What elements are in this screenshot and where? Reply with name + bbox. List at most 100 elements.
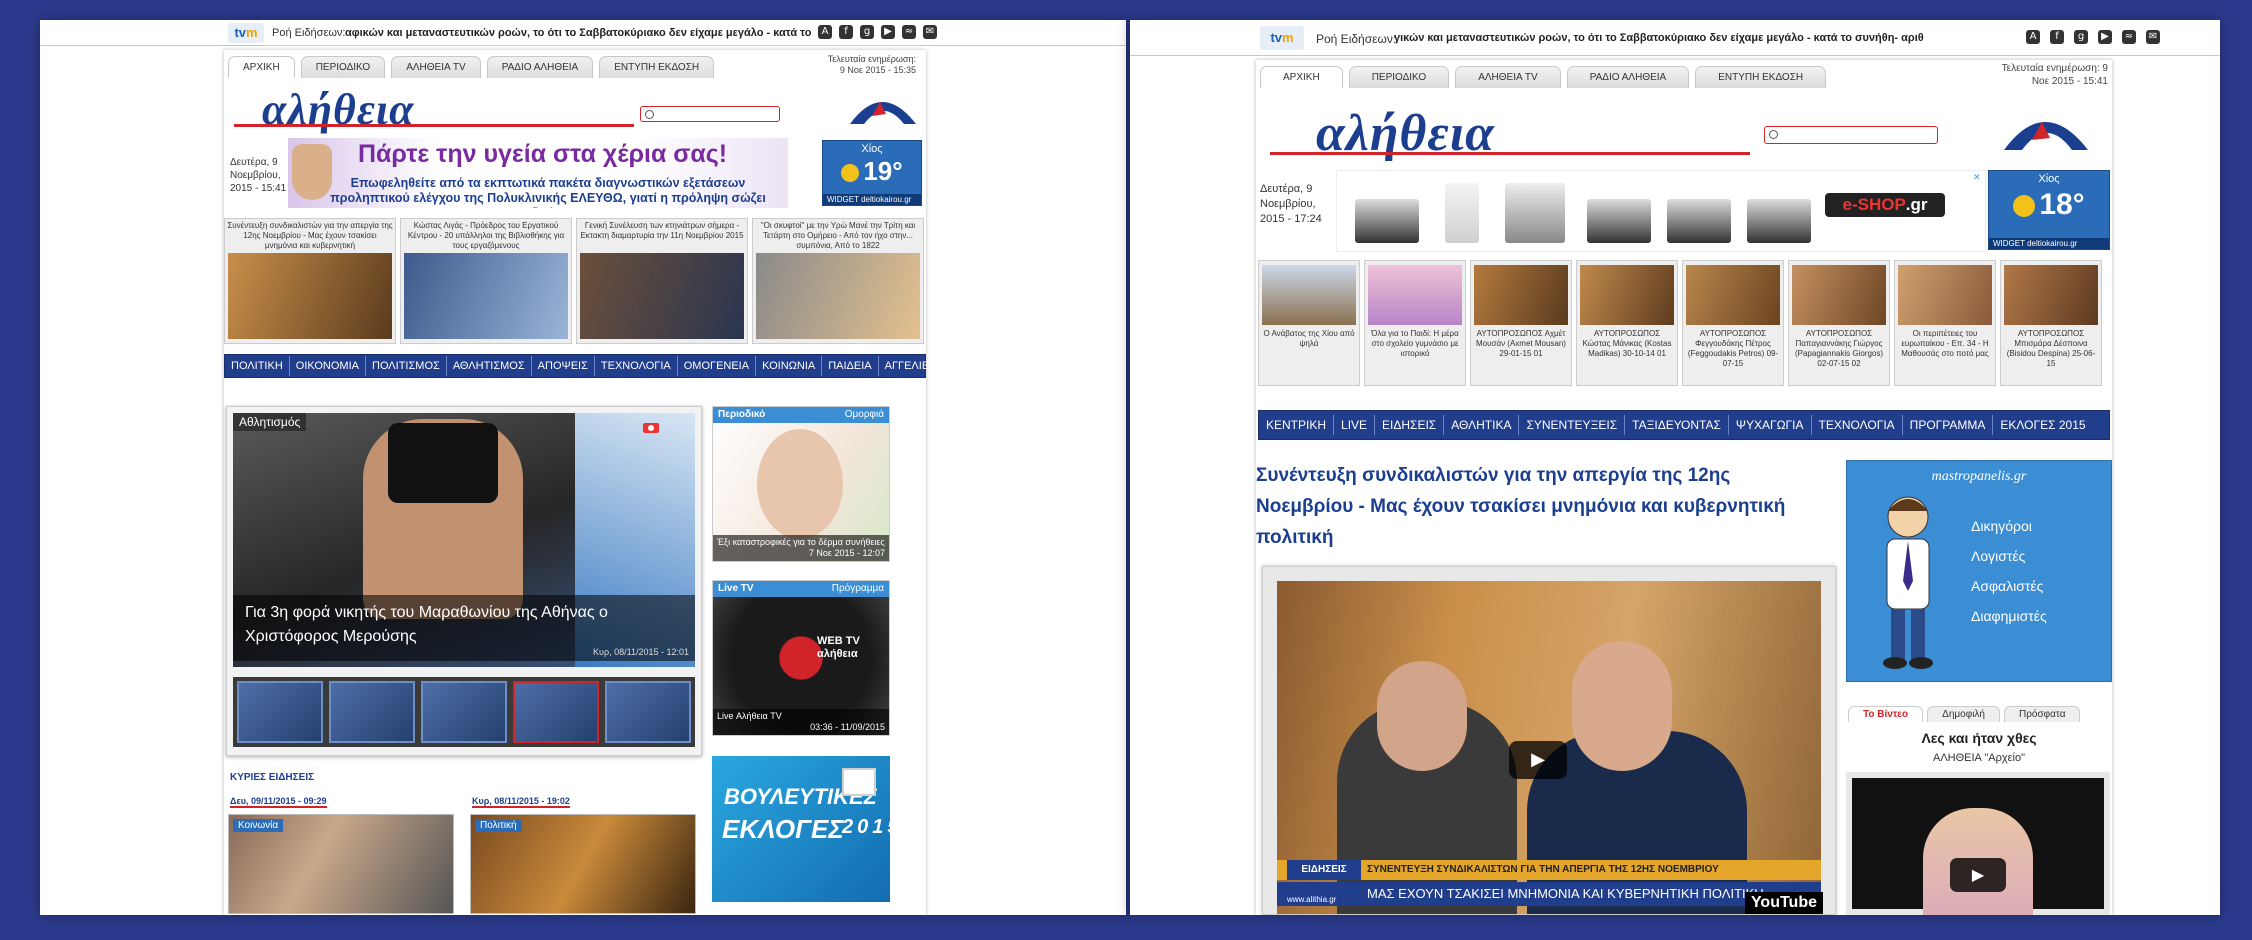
cat-sports[interactable]: ΑΘΛΗΤΙΚΑ bbox=[1444, 415, 1520, 435]
news-card[interactable]: Πολιτική bbox=[470, 814, 696, 914]
android-icon[interactable]: A bbox=[818, 25, 832, 39]
tab-popular[interactable]: Δημοφιλή bbox=[1927, 706, 2000, 722]
tvm-logo[interactable]: tvm bbox=[1260, 26, 1304, 50]
cat-entertainment[interactable]: ΨΥΧΑΓΩΓΙΑ bbox=[1729, 415, 1812, 435]
rss-icon[interactable]: ≈ bbox=[902, 25, 916, 39]
play-button[interactable]: ▶ bbox=[1950, 858, 2006, 892]
live-tv-section[interactable]: Live TV bbox=[718, 583, 754, 594]
tab-recent[interactable]: Πρόσφατα bbox=[2003, 706, 2081, 722]
facebook-icon[interactable]: f bbox=[2050, 30, 2064, 44]
featured-story[interactable]: Αθλητισμός Για 3η φορά νικητής του Μαραθ… bbox=[226, 406, 702, 756]
live-tv-card[interactable]: Πρόγραμμα Live TV WEB TV αλήθεια Live Αλή… bbox=[712, 580, 890, 736]
cat-society[interactable]: ΚΟΙΝΩΝΙΑ bbox=[756, 356, 823, 376]
nav-tv[interactable]: ΑΛΗΘΕΙΑ TV bbox=[391, 56, 481, 78]
video-widget-title[interactable]: Λες και ήταν χθες bbox=[1846, 730, 2112, 746]
nav-radio[interactable]: ΡΑΔΙΟ ΑΛΗΘΕΙΑ bbox=[486, 56, 594, 78]
cat-sports[interactable]: ΑΘΛΗΤΙΣΜΟΣ bbox=[447, 356, 532, 376]
youtube-icon[interactable]: ▶ bbox=[881, 25, 895, 39]
cat-travel[interactable]: ΤΑΞΙΔΕΥΟΝΤΑΣ bbox=[1625, 415, 1729, 435]
news-card[interactable]: Κοινωνία bbox=[228, 814, 454, 914]
nav-print[interactable]: ΕΝΤΥΠΗ ΕΚΔΟΣΗ bbox=[599, 56, 715, 78]
cat-home[interactable]: ΚΕΝΤΡΙΚΗ bbox=[1259, 415, 1335, 435]
cat-schedule[interactable]: ΠΡΟΓΡΑΜΜΑ bbox=[1903, 415, 1994, 435]
email-icon[interactable]: ✉ bbox=[2146, 30, 2160, 44]
nav-home[interactable]: ΑΡΧΙΚΗ bbox=[228, 56, 295, 78]
cat-opinions[interactable]: ΑΠΟΨΕΙΣ bbox=[532, 356, 595, 376]
cat-news[interactable]: ΕΙΔΗΣΕΙΣ bbox=[1375, 415, 1445, 435]
magazine-card[interactable]: Ομορφιά Περιοδικό Έξι καταστροφικές για τ… bbox=[712, 406, 890, 562]
search-input[interactable] bbox=[640, 106, 780, 122]
cat-live[interactable]: LIVE bbox=[1334, 415, 1376, 435]
carousel-thumb[interactable] bbox=[421, 681, 507, 743]
carousel-thumb-selected[interactable] bbox=[513, 681, 599, 743]
cat-classifieds[interactable]: ΑΓΓΕΛΙΕΣ bbox=[879, 356, 942, 376]
nav-home[interactable]: ΑΡΧΙΚΗ bbox=[1260, 66, 1343, 88]
thumb-item[interactable]: Όλα για το Παιδί: Η μέρα στο σχολείο γυμ… bbox=[1364, 260, 1466, 386]
thumb-item[interactable]: "Οι σκυφτοί" με την Υρώ Μανέ την Τρίτη κ… bbox=[752, 218, 924, 344]
ticker-label: Ροή Ειδήσεων: bbox=[1316, 32, 1397, 46]
thumb-item[interactable]: ΑΥΤΟΠΡΟΣΩΠΟΣ Μπισμάρα Δέσποινα (Bisidou … bbox=[2000, 260, 2102, 386]
thumb-item[interactable]: Οι περιπέτειες του ευρωπαίκου - Επ. 34 -… bbox=[1894, 260, 1996, 386]
magazine-card-subsection[interactable]: Ομορφιά bbox=[845, 407, 884, 423]
thumb-item[interactable]: ΑΥΤΟΠΡΟΣΩΠΟΣ Κώστας Μάνικας (Kostas Madi… bbox=[1576, 260, 1678, 386]
magazine-card-section[interactable]: Περιοδικό bbox=[718, 409, 765, 420]
ticker-text[interactable]: αφικών και μεταναστευτικών ροών, το ότι … bbox=[345, 27, 815, 39]
cat-interviews[interactable]: ΣΥΝΕΝΤΕΥΞΕΙΣ bbox=[1519, 415, 1626, 435]
cat-technology[interactable]: ΤΕΧΝΟΛΟΓΙΑ bbox=[1812, 415, 1903, 435]
googleplus-icon[interactable]: g bbox=[2074, 30, 2088, 44]
thumb-caption: Κώστας Λιγάς - Πρόεδρος του Εργατικού Κέ… bbox=[407, 221, 565, 250]
youtube-icon[interactable]: ▶ bbox=[2098, 30, 2112, 44]
nav-magazine[interactable]: ΠΕΡΙΟΔΙΚΟ bbox=[300, 56, 386, 78]
eshop-printer-ad[interactable]: e-SHOP.gr ✕ bbox=[1336, 170, 1986, 252]
news-card-tag[interactable]: Πολιτική bbox=[475, 819, 522, 832]
cat-elections[interactable]: ΕΚΛΟΓΕΣ 2015 bbox=[1993, 415, 2092, 435]
clinic-ad-banner[interactable]: Πάρτε την υγεία στα χέρια σας! Επωφεληθε… bbox=[288, 138, 788, 208]
play-button[interactable]: ▶ bbox=[1509, 741, 1567, 779]
thumb-item[interactable]: Ο Ανάβατος της Χίου από ψηλά bbox=[1258, 260, 1360, 386]
tvm-logo[interactable]: tvm bbox=[228, 23, 264, 43]
android-icon[interactable]: A bbox=[2026, 30, 2040, 44]
search-input[interactable] bbox=[1764, 126, 1938, 144]
thumb-image bbox=[1686, 265, 1780, 325]
live-tv-schedule[interactable]: Πρόγραμμα bbox=[832, 581, 884, 597]
site-logo[interactable]: αλήθεια bbox=[262, 84, 414, 135]
tab-the-video[interactable]: Το Βίντεο bbox=[1848, 706, 1924, 722]
video-player[interactable]: ΣΥΝΕΝΤΕΥΞΗ ΣΥΝΔΙΚΑΛΙΣΤΩΝ ΓΙΑ ΤΗΝ ΑΠΕΡΓΙΑ… bbox=[1262, 566, 1836, 915]
weather-widget[interactable]: Χίος 19° WIDGET deltiokairou.gr bbox=[822, 140, 922, 206]
featured-category[interactable]: Αθλητισμός bbox=[233, 413, 307, 431]
nav-print[interactable]: ΕΝΤΥΠΗ ΕΚΔΟΣΗ bbox=[1695, 66, 1827, 88]
carousel-thumb[interactable] bbox=[605, 681, 691, 743]
cat-culture[interactable]: ΠΟΛΙΤΙΣΜΟΣ bbox=[366, 356, 447, 376]
cat-politics[interactable]: ΠΟΛΙΤΙΚΗ bbox=[225, 356, 290, 376]
facebook-icon[interactable]: f bbox=[839, 25, 853, 39]
cat-economy[interactable]: ΟΙΚΟΝΟΜΙΑ bbox=[290, 356, 366, 376]
carousel-thumb[interactable] bbox=[237, 681, 323, 743]
news-card-tag[interactable]: Κοινωνία bbox=[233, 819, 284, 832]
nav-tv[interactable]: ΑΛΗΘΕΙΑ TV bbox=[1455, 66, 1561, 88]
ad-close-icon[interactable]: ✕ bbox=[1973, 173, 1983, 183]
thumb-item[interactable]: Κώστας Λιγάς - Πρόεδρος του Εργατικού Κέ… bbox=[400, 218, 572, 344]
carousel-thumb[interactable] bbox=[329, 681, 415, 743]
nav-radio[interactable]: ΡΑΔΙΟ ΑΛΗΘΕΙΑ bbox=[1566, 66, 1690, 88]
emblem-icon bbox=[850, 102, 916, 124]
youtube-logo[interactable]: YouTube bbox=[1744, 892, 1823, 914]
thumb-item[interactable]: ΑΥΤΟΠΡΟΣΩΠΟΣ Αχμέτ Μουσάν (Axmet Mousan)… bbox=[1470, 260, 1572, 386]
cat-diaspora[interactable]: ΟΜΟΓΕΝΕΙΑ bbox=[678, 356, 757, 376]
weather-widget[interactable]: Χίος 18° WIDGET deltiokairou.gr bbox=[1988, 170, 2110, 250]
last-updated-value: 9 Νοε 2015 - 15:35 bbox=[839, 65, 916, 75]
email-icon[interactable]: ✉ bbox=[923, 25, 937, 39]
thumb-item[interactable]: Συνέντευξη συνδικαλιστών για την απεργία… bbox=[224, 218, 396, 344]
thumb-item[interactable]: ΑΥΤΟΠΡΟΣΩΠΟΣ Παπαγιαννάκης Γιώργος (Papa… bbox=[1788, 260, 1890, 386]
ticker-text[interactable]: γικών και μεταναστευτικών ροών, το ότι τ… bbox=[1394, 32, 2022, 44]
video-widget-player[interactable]: ▶ bbox=[1846, 772, 2110, 915]
cat-education[interactable]: ΠΑΙΔΕΙΑ bbox=[822, 356, 879, 376]
lawyers-ad-banner[interactable]: mastropanelis.gr Δικηγόροι Λογιστές Ασφα… bbox=[1846, 460, 2112, 682]
nav-magazine[interactable]: ΠΕΡΙΟΔΙΚΟ bbox=[1348, 66, 1450, 88]
elections-2015-banner[interactable]: ΒΟΥΛΕΥΤΙΚΕΣ ΕΚΛΟΓΕΣ 2015 bbox=[712, 756, 899, 902]
cat-technology[interactable]: ΤΕΧΝΟΛΟΓΙΑ bbox=[595, 356, 678, 376]
googleplus-icon[interactable]: g bbox=[860, 25, 874, 39]
thumb-item[interactable]: Γενική Συνέλευση των κτηνιάτρων σήμερα -… bbox=[576, 218, 748, 344]
thumb-item[interactable]: ΑΥΤΟΠΡΟΣΩΠΟΣ Φεγγουδάκης Πέτρος (Feggoud… bbox=[1682, 260, 1784, 386]
rss-icon[interactable]: ≈ bbox=[2122, 30, 2136, 44]
eshop-logo: e-SHOP.gr bbox=[1825, 193, 1945, 217]
